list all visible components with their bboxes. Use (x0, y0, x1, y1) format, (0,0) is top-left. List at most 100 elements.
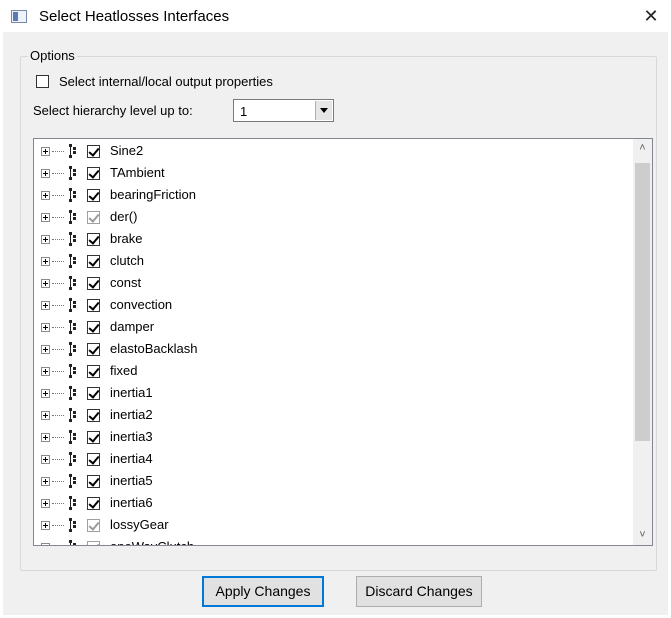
chevron-down-icon[interactable] (315, 101, 332, 120)
close-button[interactable]: ✕ (631, 0, 671, 32)
structure-icon (67, 254, 78, 269)
tree-item[interactable]: inertia3 (34, 428, 624, 450)
expand-plus-icon[interactable] (41, 147, 50, 156)
tree-item[interactable]: elastoBacklash (34, 340, 624, 362)
tree-item[interactable]: fixed (34, 362, 624, 384)
expand-plus-icon[interactable] (41, 169, 50, 178)
tree-scrollbar[interactable]: ˄ ˅ (633, 139, 652, 545)
structure-icon (67, 298, 78, 313)
tree-item-label: inertia1 (110, 385, 153, 400)
options-group-label: Options (28, 48, 77, 63)
expand-plus-icon[interactable] (41, 499, 50, 508)
tree-item[interactable]: inertia1 (34, 384, 624, 406)
tree-item-label: inertia3 (110, 429, 153, 444)
tree-item-checkbox[interactable] (87, 475, 100, 488)
structure-icon (67, 430, 78, 445)
tree-item-checkbox[interactable] (87, 277, 100, 290)
tree-item[interactable]: const (34, 274, 624, 296)
tree-item[interactable]: inertia5 (34, 472, 624, 494)
expand-plus-icon[interactable] (41, 367, 50, 376)
tree-item-checkbox[interactable] (87, 145, 100, 158)
tree-connector (52, 503, 64, 504)
window-title: Select Heatlosses Interfaces (39, 8, 230, 25)
expand-plus-icon[interactable] (41, 477, 50, 486)
tree-item-label: inertia2 (110, 407, 153, 422)
tree-item-checkbox[interactable] (87, 321, 100, 334)
tree-item[interactable]: inertia2 (34, 406, 624, 428)
hierarchy-level-select[interactable]: 1 (233, 99, 334, 122)
tree-item-checkbox[interactable] (87, 541, 100, 545)
scroll-up-icon[interactable]: ˄ (633, 139, 652, 158)
expand-plus-icon[interactable] (41, 235, 50, 244)
tree-connector (52, 393, 64, 394)
scrollbar-thumb[interactable] (635, 163, 650, 441)
tree-item[interactable]: Sine2 (34, 142, 624, 164)
expand-plus-icon[interactable] (41, 521, 50, 530)
tree-item-label: damper (110, 319, 155, 334)
tree-item-checkbox[interactable] (87, 233, 100, 246)
expand-plus-icon[interactable] (41, 455, 50, 464)
tree-item-checkbox[interactable] (87, 387, 100, 400)
tree-item[interactable]: der() (34, 208, 624, 230)
internal-output-checkbox[interactable] (36, 75, 49, 88)
tree-connector (52, 151, 64, 152)
expand-plus-icon[interactable] (41, 279, 50, 288)
structure-icon (67, 144, 78, 159)
structure-icon (67, 188, 78, 203)
structure-icon (67, 452, 78, 467)
tree-item[interactable]: damper (34, 318, 624, 340)
tree-item[interactable]: bearingFriction (34, 186, 624, 208)
expand-plus-icon[interactable] (41, 345, 50, 354)
tree-item-label: fixed (110, 363, 138, 378)
apply-changes-button[interactable]: Apply Changes (202, 576, 324, 607)
discard-changes-button[interactable]: Discard Changes (356, 576, 482, 607)
expand-plus-icon[interactable] (41, 543, 50, 545)
tree-connector (52, 261, 64, 262)
tree-item-checkbox[interactable] (87, 299, 100, 312)
tree-item-checkbox[interactable] (87, 189, 100, 202)
expand-plus-icon[interactable] (41, 213, 50, 222)
expand-plus-icon[interactable] (41, 411, 50, 420)
internal-output-option[interactable]: Select internal/local output properties (36, 74, 273, 89)
expand-plus-icon[interactable] (41, 323, 50, 332)
structure-icon (67, 210, 78, 225)
tree-item-checkbox[interactable] (87, 519, 100, 532)
tree-connector (52, 371, 64, 372)
tree-item-checkbox[interactable] (87, 409, 100, 422)
expand-plus-icon[interactable] (41, 257, 50, 266)
tree-item-checkbox[interactable] (87, 211, 100, 224)
tree-connector (52, 327, 64, 328)
expand-plus-icon[interactable] (41, 389, 50, 398)
tree-item[interactable]: clutch (34, 252, 624, 274)
tree-item-checkbox[interactable] (87, 167, 100, 180)
tree-item-label: Sine2 (110, 143, 144, 158)
tree-item[interactable]: inertia6 (34, 494, 624, 516)
tree-item[interactable]: convection (34, 296, 624, 318)
tree-item-label: clutch (110, 253, 144, 268)
tree-item[interactable]: brake (34, 230, 624, 252)
tree-connector (52, 349, 64, 350)
tree-item-checkbox[interactable] (87, 431, 100, 444)
tree-item-checkbox[interactable] (87, 343, 100, 356)
structure-icon (67, 408, 78, 423)
tree-item[interactable]: oneWayClutch (34, 538, 624, 545)
expand-plus-icon[interactable] (41, 301, 50, 310)
tree-item-checkbox[interactable] (87, 453, 100, 466)
tree-item-label: TAmbient (110, 165, 165, 180)
tree-item-checkbox[interactable] (87, 255, 100, 268)
tree-item[interactable]: inertia4 (34, 450, 624, 472)
tree-item-label: lossyGear (110, 517, 169, 532)
tree-item-label: der() (110, 209, 138, 224)
tree-item-label: oneWayClutch (110, 539, 194, 545)
tree-item[interactable]: TAmbient (34, 164, 624, 186)
tree-connector (52, 217, 64, 218)
tree-item[interactable]: lossyGear (34, 516, 624, 538)
scroll-down-icon[interactable]: ˅ (633, 526, 652, 545)
tree-item-checkbox[interactable] (87, 365, 100, 378)
interfaces-tree[interactable]: Sine2 TAmbient bearingFriction der() brake cl… (33, 138, 653, 546)
expand-plus-icon[interactable] (41, 191, 50, 200)
expand-plus-icon[interactable] (41, 433, 50, 442)
tree-connector (52, 415, 64, 416)
tree-item-label: inertia4 (110, 451, 153, 466)
tree-item-checkbox[interactable] (87, 497, 100, 510)
